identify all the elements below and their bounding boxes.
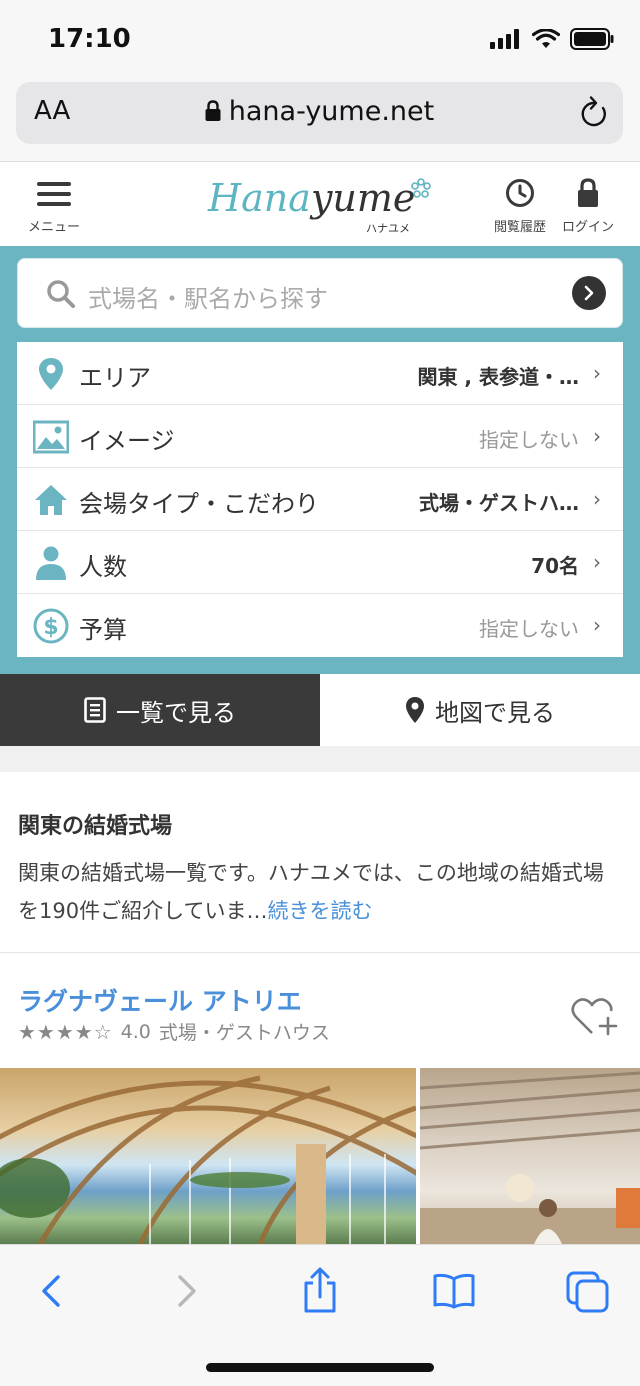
logo-subtitle: ハナユメ (366, 222, 410, 235)
venue-photo[interactable] (420, 1068, 640, 1244)
map-pin-icon (39, 358, 63, 390)
divider (0, 952, 640, 953)
chevron-right-icon (584, 285, 594, 301)
view-tabs: 一覧で見る 地図で見る (0, 674, 640, 756)
venue-photo-illustration (420, 1071, 640, 1244)
venue-type: 式場・ゲストハウス (158, 1022, 330, 1044)
region-description: 関東の結婚式場一覧です。ハナユメでは、この地域の結婚式場を190件ご紹介していま… (18, 854, 622, 930)
home-icon (35, 485, 67, 515)
search-icon (47, 280, 75, 308)
filter-value: 指定しない (479, 428, 579, 452)
tab-map-view[interactable]: 地図で見る (320, 674, 640, 746)
browser-chrome: AA hana-yume.net (0, 78, 640, 162)
tab-map-label: 地図で見る (435, 698, 555, 727)
filter-list: エリア 関東 , 表参道・… › イメージ 指定しない › 会場タイプ・こだわり… (17, 342, 623, 657)
filter-venue-type[interactable]: 会場タイプ・こだわり 式場・ゲストハ… › (17, 468, 623, 531)
logo-accent: yume (310, 176, 416, 220)
lock-icon (205, 100, 221, 121)
clock-icon (506, 179, 534, 207)
dollar-icon: $ (33, 608, 69, 644)
filter-image[interactable]: イメージ 指定しない › (17, 405, 623, 468)
filter-value: 70名 (531, 554, 579, 578)
venue-photo-illustration (0, 1075, 416, 1244)
favorite-add-icon[interactable] (570, 996, 618, 1038)
address-bar-text[interactable]: hana-yume.net (16, 96, 623, 127)
battery-icon (570, 28, 614, 50)
logo-main: Hana (208, 176, 311, 220)
search-placeholder: 式場名・駅名から探す (88, 285, 328, 313)
tab-list-view[interactable]: 一覧で見る (0, 674, 320, 746)
menu-button[interactable]: メニュー (26, 180, 82, 235)
home-indicator (206, 1363, 434, 1372)
browser-toolbar (0, 1244, 640, 1386)
history-button[interactable]: 閲覧履歴 (494, 178, 546, 235)
list-icon (84, 697, 106, 723)
status-icons (490, 28, 614, 50)
login-label: ログイン (562, 220, 615, 235)
map-pin-icon (406, 697, 424, 723)
url-text: hana-yume.net (228, 96, 435, 127)
forward-icon[interactable] (172, 1271, 200, 1311)
site-logo[interactable]: Hanayume (208, 176, 415, 220)
reload-icon[interactable] (579, 95, 609, 129)
search-submit-button[interactable] (572, 276, 606, 310)
filter-budget[interactable]: $ 予算 指定しない › (17, 594, 623, 657)
back-icon[interactable] (38, 1271, 66, 1311)
wifi-icon (532, 29, 560, 48)
filter-label: 人数 (79, 553, 127, 581)
venue-photo[interactable] (0, 1068, 416, 1244)
chevron-right-icon: › (593, 613, 601, 637)
history-label: 閲覧履歴 (494, 220, 547, 235)
section-separator (0, 746, 640, 772)
read-more-link[interactable]: 続きを読む (267, 899, 372, 923)
filter-value: 関東 , 表参道・… (417, 365, 579, 389)
region-intro: 関東の結婚式場 関東の結婚式場一覧です。ハナユメでは、この地域の結婚式場を190… (18, 808, 622, 930)
lock-icon (578, 178, 598, 207)
chevron-right-icon: › (593, 487, 601, 511)
chevron-right-icon: › (593, 424, 601, 448)
filter-value: 式場・ゲストハ… (419, 491, 579, 515)
chevron-right-icon: › (593, 550, 601, 574)
person-icon (36, 546, 66, 580)
flower-icon (411, 178, 431, 198)
status-time: 17:10 (48, 24, 131, 54)
menu-label: メニュー (27, 220, 80, 235)
image-icon (33, 420, 69, 454)
signal-icon (490, 29, 519, 49)
filter-area[interactable]: エリア 関東 , 表参道・… › (17, 342, 623, 405)
bookmarks-icon[interactable] (432, 1273, 476, 1309)
svg-text:$: $ (43, 615, 58, 640)
filter-label: 会場タイプ・こだわり (79, 490, 319, 518)
filter-guests[interactable]: 人数 70名 › (17, 531, 623, 594)
rating-value: 4.0 (120, 1020, 151, 1043)
address-bar[interactable]: AA hana-yume.net (16, 82, 623, 144)
tab-list-label: 一覧で見る (116, 698, 236, 727)
filter-label: エリア (79, 364, 151, 392)
hamburger-icon (37, 182, 71, 206)
status-bar: 17:10 (0, 0, 640, 78)
venue-meta: ★★★★☆ 4.0 式場・ゲストハウス (18, 1018, 330, 1045)
login-button[interactable]: ログイン (562, 178, 614, 235)
share-icon[interactable] (300, 1267, 340, 1313)
filter-label: イメージ (79, 427, 175, 455)
venue-name-link[interactable]: ラグナヴェール アトリエ (18, 982, 302, 1018)
tabs-icon[interactable] (566, 1271, 610, 1313)
region-heading: 関東の結婚式場 (18, 814, 173, 839)
filter-value: 指定しない (479, 617, 579, 641)
site-header: メニュー Hanayume ハナユメ 閲覧履歴 ログイン (0, 162, 640, 246)
chevron-right-icon: › (593, 361, 601, 385)
search-panel: 式場名・駅名から探す エリア 関東 , 表参道・… › イメージ 指定しない ›… (0, 246, 640, 674)
star-rating: ★★★★☆ (18, 1019, 113, 1044)
search-input[interactable]: 式場名・駅名から探す (17, 258, 623, 328)
filter-label: 予算 (79, 616, 127, 644)
